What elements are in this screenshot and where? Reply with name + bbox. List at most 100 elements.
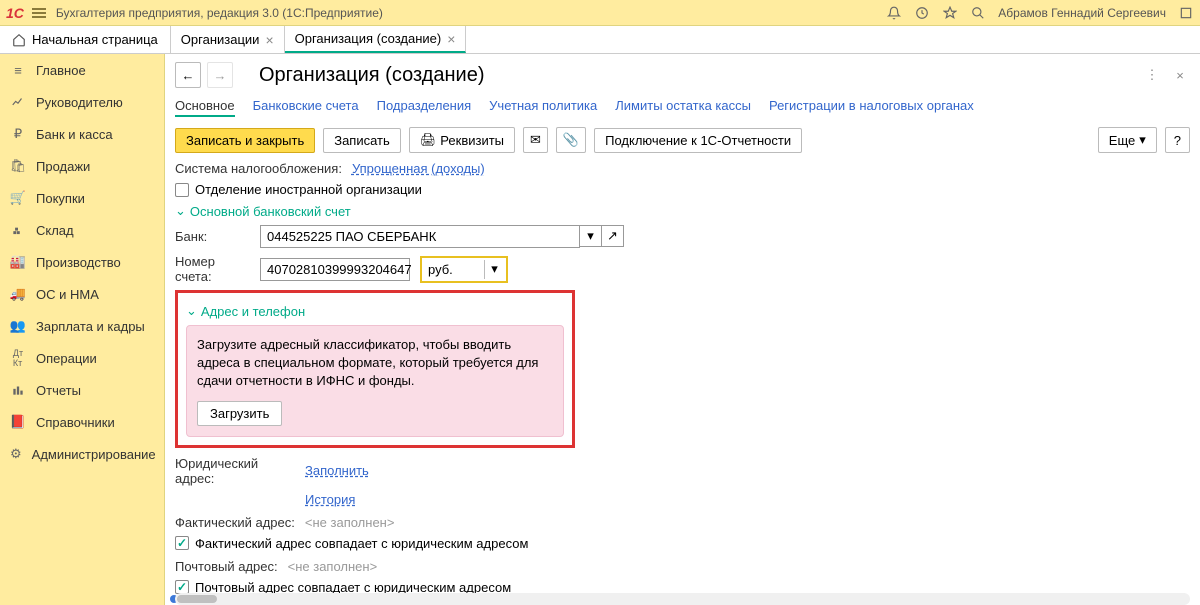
attach-button[interactable]: 📎 (556, 127, 586, 153)
mail-button[interactable]: ✉ (523, 127, 548, 153)
actual-same-checkbox[interactable] (175, 536, 189, 550)
sidebar-item-label: Покупки (36, 191, 85, 206)
bank-section-header[interactable]: ⌄ Основной банковский счет (175, 203, 1190, 219)
sidebar-item-label: Производство (36, 255, 121, 270)
chevron-down-icon: ⌄ (175, 203, 186, 219)
addr-section-label: Адрес и телефон (201, 304, 305, 319)
help-button[interactable]: ? (1165, 127, 1190, 153)
postal-same-checkbox[interactable] (175, 580, 189, 594)
box-icon: 🛍 (10, 158, 26, 174)
account-label: Номер счета: (175, 254, 250, 284)
bar-chart-icon (10, 382, 26, 398)
close-icon[interactable]: × (1170, 65, 1190, 85)
scrollbar-thumb[interactable] (177, 595, 217, 603)
sidebar-item-hr[interactable]: 👥Зарплата и кадры (0, 310, 164, 342)
bank-input[interactable]: 044525225 ПАО СБЕРБАНК (260, 225, 580, 248)
dropdown-icon[interactable]: ▾ (580, 225, 602, 247)
history-link[interactable]: История (305, 492, 355, 507)
sidebar-item-label: Главное (36, 63, 86, 78)
sidebar-item-label: Банк и касса (36, 127, 113, 142)
subnav-bank-accounts[interactable]: Банковские счета (253, 98, 359, 117)
tab-home[interactable]: Начальная страница (0, 26, 171, 53)
chevron-down-icon: ⌄ (186, 303, 197, 319)
search-icon[interactable] (970, 5, 986, 21)
sub-nav: Основное Банковские счета Подразделения … (175, 98, 1190, 117)
menu-dots-icon[interactable]: ⋮ (1142, 65, 1162, 85)
factory-icon: 🏭 (10, 254, 26, 270)
sidebar-item-reports[interactable]: Отчеты (0, 374, 164, 406)
save-button[interactable]: Записать (323, 128, 401, 153)
history-icon[interactable] (914, 5, 930, 21)
sidebar-item-label: Зарплата и кадры (36, 319, 145, 334)
sidebar-item-sales[interactable]: 🛍Продажи (0, 150, 164, 182)
account-input[interactable]: 40702810399993204647 (260, 258, 410, 281)
subnav-tax-reg[interactable]: Регистрации в налоговых органах (769, 98, 974, 117)
app-logo: 1С (6, 5, 24, 21)
sidebar-item-admin[interactable]: ⚙Администрирование (0, 438, 164, 470)
content-area: ← → Организация (создание) ⋮ × Основное … (165, 54, 1200, 605)
save-close-button[interactable]: Записать и закрыть (175, 128, 315, 153)
close-icon[interactable]: × (265, 32, 273, 48)
tab-org-create[interactable]: Организация (создание) × (285, 26, 467, 53)
sidebar-item-main[interactable]: ≡ Главное (0, 54, 164, 86)
mail-icon: ✉ (530, 132, 541, 148)
sidebar-item-purchases[interactable]: 🛒 Покупки (0, 182, 164, 214)
menu-icon[interactable] (32, 8, 46, 18)
subnav-accounting-policy[interactable]: Учетная политика (489, 98, 597, 117)
cart-icon: 🛒 (10, 190, 26, 206)
tab-label: Организации (181, 32, 260, 47)
chevron-down-icon: ▾ (1139, 132, 1146, 148)
sidebar-item-label: Склад (36, 223, 74, 238)
warehouse-icon (10, 222, 26, 238)
sidebar-item-warehouse[interactable]: Склад (0, 214, 164, 246)
tab-home-label: Начальная страница (32, 32, 158, 47)
star-icon[interactable] (942, 5, 958, 21)
printer-icon: 🖨 (420, 132, 437, 148)
load-classifier-button[interactable]: Загрузить (197, 401, 282, 426)
chevron-down-icon[interactable]: ▾ (484, 260, 504, 279)
addr-section-header[interactable]: ⌄ Адрес и телефон (186, 303, 564, 319)
sidebar-item-manager[interactable]: Руководителю (0, 86, 164, 118)
postal-addr-label: Почтовый адрес: (175, 559, 278, 574)
sidebar-item-label: ОС и НМА (36, 287, 99, 302)
subnav-departments[interactable]: Подразделения (377, 98, 472, 117)
currency-value: руб. (424, 260, 484, 279)
sidebar-item-label: Отчеты (36, 383, 81, 398)
open-external-icon[interactable]: ↗ (602, 225, 624, 247)
bell-icon[interactable] (886, 5, 902, 21)
subnav-main[interactable]: Основное (175, 98, 235, 117)
tab-orgs[interactable]: Организации × (171, 26, 285, 53)
details-button[interactable]: 🖨Реквизиты (409, 127, 515, 153)
window-frame-icon[interactable] (1178, 5, 1194, 21)
ruble-icon: ₽ (10, 126, 26, 142)
tax-value-link[interactable]: Упрощенная (доходы) (352, 161, 485, 176)
user-name[interactable]: Абрамов Геннадий Сергеевич (998, 5, 1166, 21)
list-icon: ≡ (10, 62, 26, 78)
actual-same-label: Фактический адрес совпадает с юридически… (195, 536, 528, 551)
sidebar-item-label: Справочники (36, 415, 115, 430)
actual-addr-label: Фактический адрес: (175, 515, 295, 530)
fill-legal-addr-link[interactable]: Заполнить (305, 463, 369, 478)
currency-select[interactable]: руб. ▾ (420, 256, 508, 283)
page-title: Организация (создание) (259, 64, 1136, 87)
subnav-cash-limits[interactable]: Лимиты остатка кассы (615, 98, 751, 117)
sidebar-item-operations[interactable]: ДтКтОперации (0, 342, 164, 374)
back-button[interactable]: ← (175, 62, 201, 88)
connect-button[interactable]: Подключение к 1С-Отчетности (594, 128, 802, 153)
sidebar-item-bank[interactable]: ₽ Банк и касса (0, 118, 164, 150)
horizontal-scrollbar[interactable] (175, 593, 1190, 605)
tabs-bar: Начальная страница Организации × Организ… (0, 26, 1200, 54)
sidebar-item-label: Руководителю (36, 95, 123, 110)
bank-section-label: Основной банковский счет (190, 204, 351, 219)
more-button[interactable]: Еще ▾ (1098, 127, 1157, 153)
chart-line-icon (10, 94, 26, 110)
sidebar-item-production[interactable]: 🏭 Производство (0, 246, 164, 278)
sidebar-item-refs[interactable]: 📕Справочники (0, 406, 164, 438)
sidebar-item-assets[interactable]: 🚚ОС и НМА (0, 278, 164, 310)
foreign-branch-checkbox[interactable] (175, 183, 189, 197)
classifier-note: Загрузите адресный классификатор, чтобы … (186, 325, 564, 437)
note-text: Загрузите адресный классификатор, чтобы … (197, 336, 553, 391)
forward-button[interactable]: → (207, 62, 233, 88)
close-icon[interactable]: × (447, 31, 455, 47)
app-title: Бухгалтерия предприятия, редакция 3.0 (1… (56, 6, 886, 20)
